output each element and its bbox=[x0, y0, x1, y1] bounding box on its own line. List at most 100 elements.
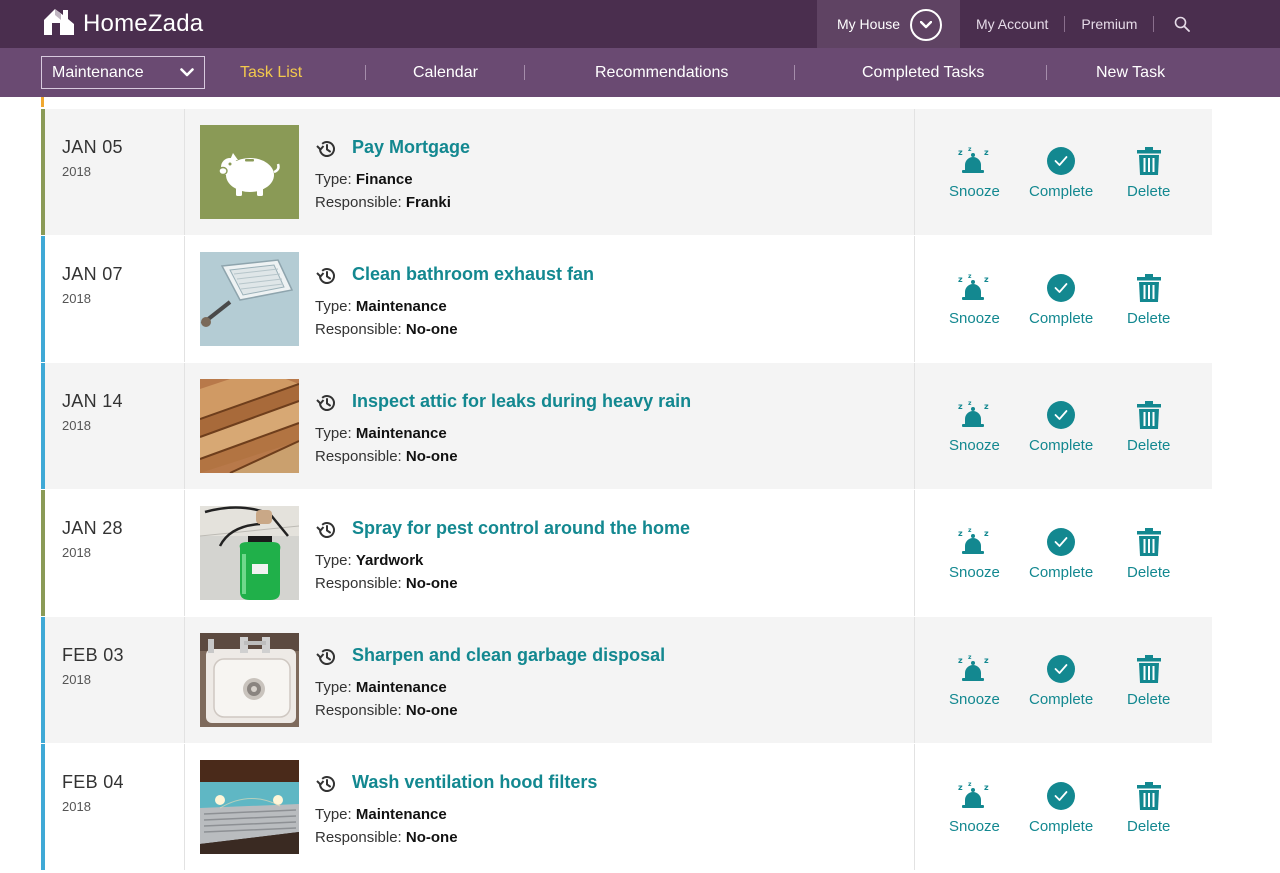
category-select[interactable]: Maintenance bbox=[41, 56, 205, 89]
task-responsible: Responsible: No-one bbox=[315, 829, 458, 846]
task-year: 2018 bbox=[62, 291, 91, 306]
svg-text:z: z bbox=[958, 783, 963, 792]
task-year: 2018 bbox=[62, 672, 91, 687]
table-row[interactable]: FEB 03 2018 Sharpen and clean garbage di… bbox=[41, 617, 1212, 743]
task-title-link[interactable]: Sharpen and clean garbage disposal bbox=[352, 645, 665, 666]
svg-text:z: z bbox=[984, 529, 989, 538]
tab-new-task[interactable]: New Task bbox=[1096, 48, 1165, 97]
task-type: Type: Maintenance bbox=[315, 806, 447, 823]
divider bbox=[365, 65, 366, 80]
complete-button[interactable]: Complete bbox=[1029, 399, 1093, 454]
delete-button[interactable]: Delete bbox=[1127, 272, 1170, 327]
responsible-value: Franki bbox=[405, 194, 451, 211]
search-icon[interactable] bbox=[1154, 16, 1210, 32]
snooze-label: Snooze bbox=[949, 310, 1000, 327]
delete-label: Delete bbox=[1127, 691, 1171, 708]
chevron-down-icon[interactable] bbox=[910, 9, 942, 41]
task-title-link[interactable]: Pay Mortgage bbox=[352, 137, 470, 158]
tab-completed-tasks[interactable]: Completed Tasks bbox=[862, 48, 984, 97]
complete-button[interactable]: Complete bbox=[1029, 526, 1093, 581]
task-details: Wash ventilation hood filters Type: Main… bbox=[185, 744, 915, 870]
recurring-history-icon bbox=[315, 772, 339, 796]
svg-text:z: z bbox=[968, 400, 972, 407]
task-title-link[interactable]: Spray for pest control around the home bbox=[352, 518, 690, 539]
snooze-label: Snooze bbox=[949, 691, 1000, 708]
snooze-button[interactable]: zzz Snooze bbox=[949, 653, 1000, 708]
task-responsible: Responsible: No-one bbox=[315, 702, 458, 719]
svg-text:z: z bbox=[958, 656, 963, 665]
tab-calendar[interactable]: Calendar bbox=[413, 48, 478, 97]
svg-text:z: z bbox=[968, 654, 972, 661]
delete-button[interactable]: Delete bbox=[1127, 399, 1170, 454]
task-actions: zzz Snooze Complete Delete bbox=[915, 490, 1212, 616]
snooze-button[interactable]: zzz Snooze bbox=[949, 399, 1000, 454]
task-title-link[interactable]: Inspect attic for leaks during heavy rai… bbox=[352, 391, 691, 412]
delete-label: Delete bbox=[1127, 818, 1171, 835]
house-selector[interactable]: My House bbox=[817, 0, 960, 48]
task-date: FEB 03 2018 bbox=[45, 617, 185, 743]
svg-text:z: z bbox=[958, 275, 963, 284]
recurring-history-icon bbox=[315, 645, 339, 669]
house-logo-icon bbox=[41, 6, 77, 43]
table-row[interactable]: JAN 28 2018 Spray for pest control aroun… bbox=[41, 490, 1212, 616]
task-title-link[interactable]: Wash ventilation hood filters bbox=[352, 772, 597, 793]
task-date: JAN 14 2018 bbox=[45, 363, 185, 489]
type-label: Type: bbox=[315, 171, 352, 188]
table-row[interactable]: JAN 14 2018 Inspect attic for leaks duri… bbox=[41, 363, 1212, 489]
delete-label: Delete bbox=[1127, 183, 1171, 200]
trash-icon bbox=[1136, 526, 1162, 558]
check-circle-icon bbox=[1046, 145, 1076, 177]
delete-button[interactable]: Delete bbox=[1127, 653, 1170, 708]
task-actions: zzz Snooze Complete Delete bbox=[915, 744, 1212, 870]
complete-button[interactable]: Complete bbox=[1029, 145, 1093, 200]
brand-logo[interactable]: HomeZada bbox=[41, 8, 203, 40]
svg-text:z: z bbox=[958, 148, 963, 157]
table-row[interactable]: FEB 04 2018 Wash ventilation hood filter… bbox=[41, 744, 1212, 870]
trash-icon bbox=[1136, 653, 1162, 685]
divider bbox=[794, 65, 795, 80]
snooze-button[interactable]: zzz Snooze bbox=[949, 780, 1000, 835]
task-image-exhaust-fan bbox=[200, 252, 299, 346]
complete-button[interactable]: Complete bbox=[1029, 272, 1093, 327]
task-year: 2018 bbox=[62, 418, 91, 433]
trash-icon bbox=[1136, 272, 1162, 304]
responsible-label: Responsible: bbox=[315, 448, 402, 465]
snooze-label: Snooze bbox=[949, 564, 1000, 581]
svg-text:z: z bbox=[968, 273, 972, 280]
account-links: My Account Premium bbox=[960, 0, 1210, 48]
trash-icon bbox=[1136, 780, 1162, 812]
task-title-link[interactable]: Clean bathroom exhaust fan bbox=[352, 264, 594, 285]
premium-link[interactable]: Premium bbox=[1065, 16, 1153, 32]
complete-label: Complete bbox=[1029, 437, 1094, 454]
snooze-button[interactable]: zzz Snooze bbox=[949, 526, 1000, 581]
snooze-label: Snooze bbox=[949, 183, 1000, 200]
task-type: Type: Yardwork bbox=[315, 552, 423, 569]
svg-text:z: z bbox=[968, 527, 972, 534]
complete-button[interactable]: Complete bbox=[1029, 780, 1093, 835]
table-row[interactable]: JAN 07 2018 Clean bathroom exhaust fan T bbox=[41, 236, 1212, 362]
my-account-link[interactable]: My Account bbox=[960, 16, 1064, 32]
delete-label: Delete bbox=[1127, 310, 1171, 327]
complete-label: Complete bbox=[1029, 310, 1094, 327]
svg-text:z: z bbox=[984, 656, 989, 665]
snooze-button[interactable]: zzz Snooze bbox=[949, 145, 1000, 200]
task-actions: zzz Snooze Complete Delete bbox=[915, 109, 1212, 235]
task-image-sprayer bbox=[200, 506, 299, 600]
snooze-button[interactable]: zzz Snooze bbox=[949, 272, 1000, 327]
complete-button[interactable]: Complete bbox=[1029, 653, 1093, 708]
tab-recommendations[interactable]: Recommendations bbox=[595, 48, 728, 97]
snooze-label: Snooze bbox=[949, 818, 1000, 835]
top-bar: HomeZada My House My Account Premium bbox=[0, 0, 1280, 48]
delete-button[interactable]: Delete bbox=[1127, 780, 1170, 835]
table-row[interactable]: JAN 05 2018 Pay Mortgage Type: Finance R… bbox=[41, 109, 1212, 235]
snooze-bell-icon: zzz bbox=[957, 272, 991, 304]
responsible-label: Responsible: bbox=[315, 829, 402, 846]
divider bbox=[524, 65, 525, 80]
task-type: Type: Maintenance bbox=[315, 425, 447, 442]
delete-button[interactable]: Delete bbox=[1127, 526, 1170, 581]
snooze-bell-icon: zzz bbox=[957, 145, 991, 177]
tab-task-list[interactable]: Task List bbox=[240, 48, 302, 97]
svg-text:z: z bbox=[958, 529, 963, 538]
task-actions: zzz Snooze Complete Delete bbox=[915, 363, 1212, 489]
delete-button[interactable]: Delete bbox=[1127, 145, 1170, 200]
